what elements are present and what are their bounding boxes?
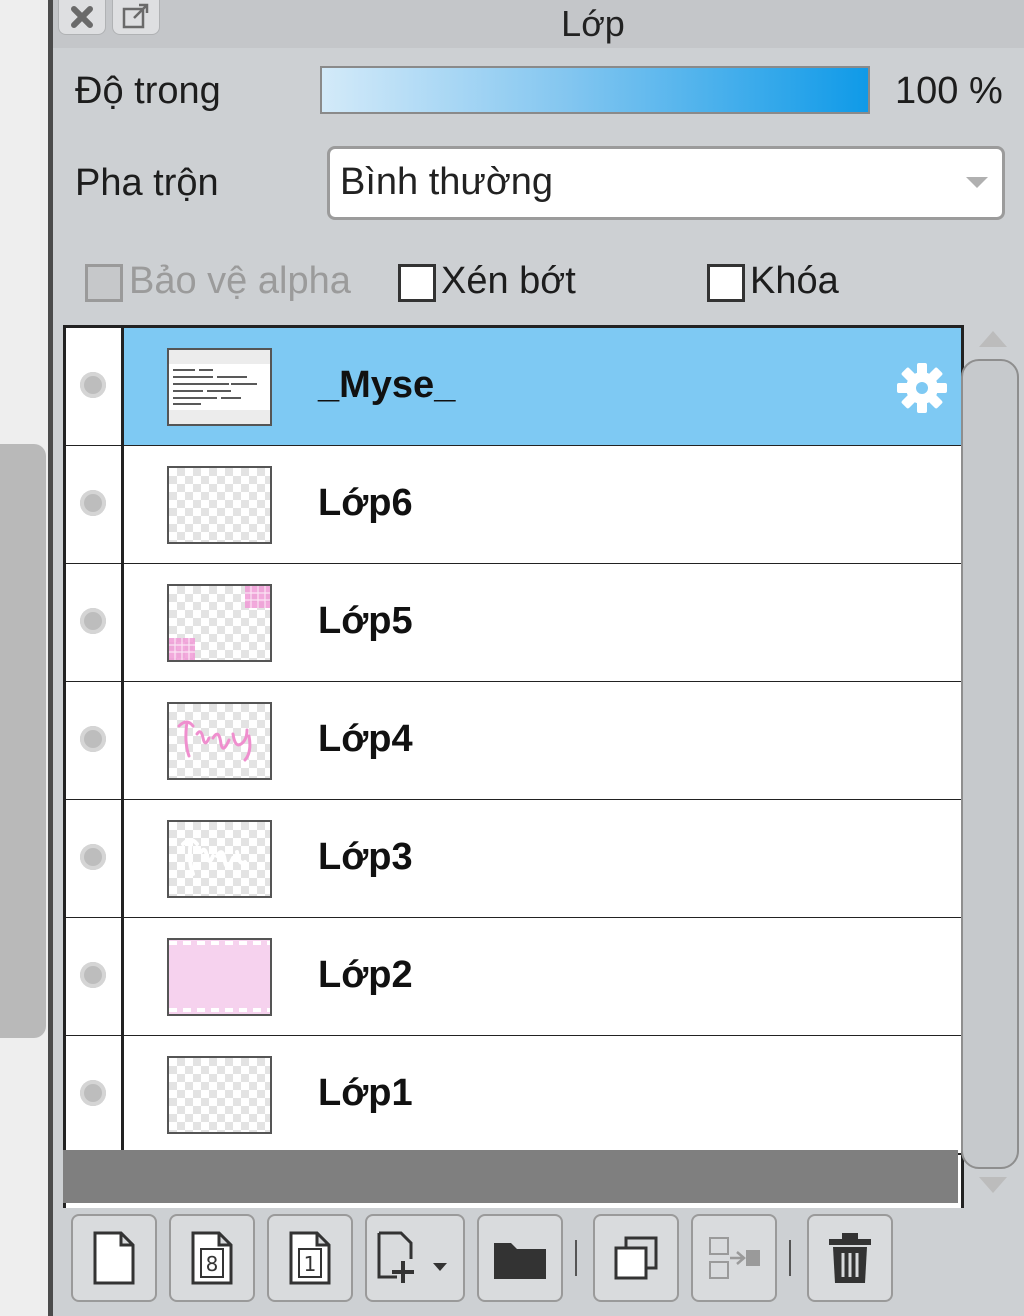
opacity-label: Độ trong bbox=[75, 70, 221, 112]
clip-label: Xén bớt bbox=[441, 260, 576, 302]
opacity-value[interactable]: 100 % bbox=[895, 70, 1003, 113]
visibility-toggle[interactable] bbox=[66, 564, 124, 681]
layer-main[interactable]: _Myse_ bbox=[124, 328, 961, 445]
visibility-toggle[interactable] bbox=[66, 918, 124, 1035]
duplicate-icon bbox=[614, 1236, 658, 1280]
layer-row[interactable]: Lớp3 bbox=[66, 800, 961, 919]
layer-row[interactable]: Lớp5 bbox=[66, 564, 961, 683]
layer-thumbnail bbox=[167, 702, 272, 780]
new-8bit-layer-icon: 8 bbox=[191, 1231, 233, 1285]
layer-row[interactable]: Lớp1 bbox=[66, 1036, 961, 1155]
layer-name: Lớp5 bbox=[318, 600, 413, 642]
blend-mode-label: Pha trộn bbox=[75, 162, 219, 204]
layer-name: Lớp3 bbox=[318, 836, 413, 878]
layer-list-scrollbar[interactable] bbox=[959, 325, 1021, 1205]
new-layer-menu-button[interactable] bbox=[365, 1214, 465, 1302]
left-panel-scrollbar[interactable] bbox=[0, 444, 46, 1038]
scrollbar-thumb[interactable] bbox=[961, 359, 1019, 1169]
layer-toolbar: 8 1 bbox=[63, 1210, 1021, 1316]
delete-layer-button[interactable] bbox=[807, 1214, 893, 1302]
layer-thumbnail bbox=[167, 938, 272, 1016]
layer-thumbnail bbox=[167, 584, 272, 662]
protect-alpha-label: Bảo vệ alpha bbox=[129, 260, 351, 302]
layer-row[interactable]: Lớp4 bbox=[66, 682, 961, 801]
folder-icon bbox=[494, 1243, 546, 1279]
new-8bit-layer-button[interactable]: 8 bbox=[169, 1214, 255, 1302]
eye-icon bbox=[80, 608, 106, 634]
layer-name: Lớp4 bbox=[318, 718, 413, 760]
merge-down-button[interactable] bbox=[691, 1214, 777, 1302]
layer-name: Lớp1 bbox=[318, 1072, 413, 1114]
new-layer-button[interactable] bbox=[71, 1214, 157, 1302]
layer-list-empty-area bbox=[63, 1150, 958, 1203]
toolbar-separator bbox=[575, 1240, 577, 1276]
panel-titlebar: Lớp bbox=[53, 0, 1024, 48]
lock-checkbox[interactable] bbox=[707, 264, 745, 302]
layer-row[interactable]: Lớp2 bbox=[66, 918, 961, 1037]
layer-row[interactable]: Lớp6 bbox=[66, 446, 961, 565]
scroll-up-icon[interactable] bbox=[979, 331, 1007, 347]
layer-name: Lớp6 bbox=[318, 482, 413, 524]
new-1bit-layer-icon: 1 bbox=[289, 1231, 331, 1285]
eye-icon bbox=[80, 726, 106, 752]
panel-title: Lớp bbox=[561, 3, 625, 44]
visibility-toggle[interactable] bbox=[66, 682, 124, 799]
eye-icon bbox=[80, 962, 106, 988]
protect-alpha-checkbox[interactable] bbox=[85, 264, 123, 302]
blend-mode-select[interactable]: Bình thường bbox=[327, 146, 1005, 220]
layer-name: Lớp2 bbox=[318, 954, 413, 996]
layer-main[interactable]: Lớp2 bbox=[124, 918, 961, 1035]
new-1bit-layer-button[interactable]: 1 bbox=[267, 1214, 353, 1302]
svg-text:1: 1 bbox=[304, 1252, 317, 1276]
gear-icon[interactable] bbox=[896, 362, 948, 414]
layer-list: _Myse_ Lớp6 Lớp5 Lớp4 Lớp3 Lớp2 Lớp1 bbox=[63, 325, 964, 1208]
visibility-toggle[interactable] bbox=[66, 800, 124, 917]
opacity-slider[interactable] bbox=[320, 66, 870, 114]
svg-text:8: 8 bbox=[206, 1252, 219, 1276]
toolbar-separator bbox=[789, 1240, 791, 1276]
new-folder-button[interactable] bbox=[477, 1214, 563, 1302]
eye-icon bbox=[80, 372, 106, 398]
new-layer-dropdown-icon bbox=[377, 1231, 447, 1283]
duplicate-layer-button[interactable] bbox=[593, 1214, 679, 1302]
layer-row[interactable]: _Myse_ bbox=[66, 328, 961, 447]
scroll-down-icon[interactable] bbox=[979, 1177, 1007, 1193]
layer-main[interactable]: Lớp4 bbox=[124, 682, 961, 799]
blend-mode-value: Bình thường bbox=[340, 161, 554, 203]
new-layer-icon bbox=[93, 1231, 135, 1285]
visibility-toggle[interactable] bbox=[66, 446, 124, 563]
layer-thumbnail bbox=[167, 1056, 272, 1134]
lock-label: Khóa bbox=[750, 260, 839, 302]
layer-main[interactable]: Lớp3 bbox=[124, 800, 961, 917]
layer-main[interactable]: Lớp1 bbox=[124, 1036, 961, 1153]
eye-icon bbox=[80, 1080, 106, 1106]
visibility-toggle[interactable] bbox=[66, 1036, 124, 1153]
eye-icon bbox=[80, 490, 106, 516]
trash-icon bbox=[829, 1233, 871, 1283]
merge-down-icon bbox=[709, 1237, 760, 1279]
eye-icon bbox=[80, 844, 106, 870]
layer-thumbnail bbox=[167, 348, 272, 426]
layer-main[interactable]: Lớp5 bbox=[124, 564, 961, 681]
layer-name: _Myse_ bbox=[318, 364, 456, 406]
layer-thumbnail bbox=[167, 466, 272, 544]
layer-main[interactable]: Lớp6 bbox=[124, 446, 961, 563]
layer-thumbnail bbox=[167, 820, 272, 898]
visibility-toggle[interactable] bbox=[66, 328, 124, 445]
chevron-down-icon bbox=[966, 177, 988, 188]
clip-checkbox[interactable] bbox=[398, 264, 436, 302]
layer-panel: Lớp Độ trong 100 % Pha trộn Bình thường … bbox=[53, 0, 1024, 1316]
